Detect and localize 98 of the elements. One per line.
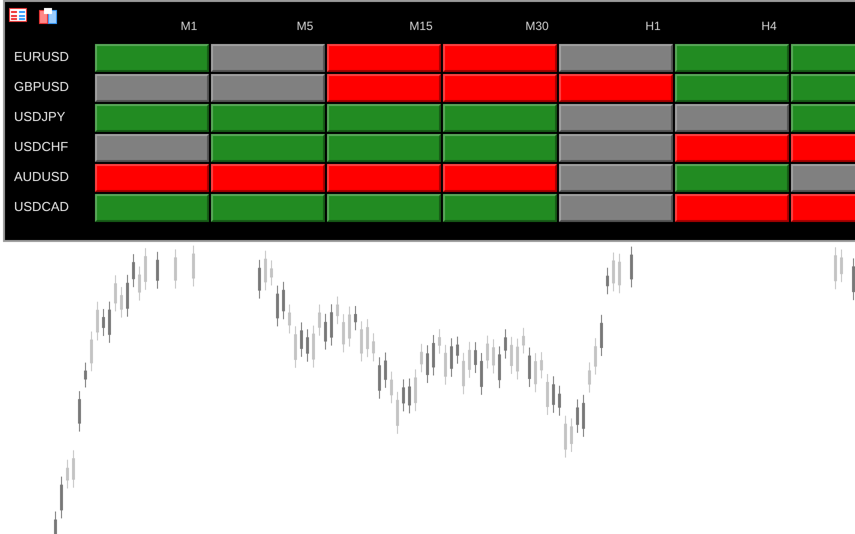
candle [606,267,609,295]
candle [78,390,81,432]
candle [144,248,147,290]
candle [594,338,597,376]
candle [552,376,555,414]
candle [492,338,495,374]
candle [120,286,123,318]
candle [522,327,525,354]
candle [282,281,285,320]
candle [306,328,309,362]
candle [360,320,363,362]
candle [84,362,87,388]
candle [582,394,585,438]
candle [276,285,279,327]
candle [300,322,303,358]
candle [378,356,381,400]
timeframe-header: M5 [296,18,314,35]
timeframe-header: M1 [180,18,198,35]
candle [852,258,855,301]
candle [558,385,561,416]
candle [366,318,369,358]
candle [504,328,507,360]
candle [456,336,459,364]
candle [324,313,327,350]
candle [96,301,99,341]
timeframe-header: M30 [524,18,550,35]
candle [528,347,531,388]
candle [570,418,573,452]
candle [420,343,423,373]
symbol-label: EURUSD [13,48,70,66]
candle [546,373,549,416]
candle [390,371,393,404]
candle [396,391,399,434]
candle [630,246,633,288]
candle [354,306,357,331]
candle [294,326,297,368]
candle [60,476,63,519]
candle [318,304,321,336]
candle [588,362,591,394]
candle [840,248,843,283]
candle [600,314,603,356]
candle [90,331,93,372]
candle [336,296,339,325]
symbol-label: AUDUSD [13,168,70,186]
candle [612,252,615,292]
candle [426,344,429,384]
candle [66,459,69,489]
candle [510,336,513,374]
candle [474,342,477,374]
candle [54,510,57,534]
candle [138,266,141,302]
candle [618,253,621,294]
candle [174,248,177,290]
candle [132,254,135,288]
candle [372,332,375,362]
candle [834,246,837,290]
candle [468,341,471,378]
timeframe-header: H4 [760,18,778,35]
candle [486,335,489,369]
candle [126,274,129,318]
candle [540,352,543,379]
candle [462,352,465,395]
candle [192,245,195,288]
candle [288,304,291,334]
candle [342,314,345,353]
symbol-label: USDJPY [13,108,66,126]
candle [432,334,435,376]
candle [72,450,75,488]
layout-icon[interactable] [39,8,57,24]
candle [438,328,441,354]
candle [114,274,117,312]
candle [270,260,273,286]
candle [576,398,579,434]
symbol-label: USDCHF [13,138,70,156]
symbol-label: USDCAD [13,198,70,216]
candle [108,301,111,344]
candle [564,415,567,458]
candle [516,338,519,380]
timeframe-header: H1 [644,18,662,35]
candle [444,344,447,386]
candle [450,338,453,378]
candle [534,352,537,393]
candle [312,325,315,368]
candle [264,250,267,291]
candle [414,368,417,412]
candle [102,308,105,336]
candle [330,304,333,346]
table-icon[interactable] [9,8,27,22]
candle [348,306,351,348]
candle [408,378,411,414]
candle [258,259,261,300]
symbol-label: GBPUSD [13,78,70,96]
timeframe-header: M15 [408,18,434,35]
candle [480,352,483,396]
candle [384,352,387,388]
candle [402,378,405,412]
candle [498,346,501,389]
candle [156,251,159,290]
